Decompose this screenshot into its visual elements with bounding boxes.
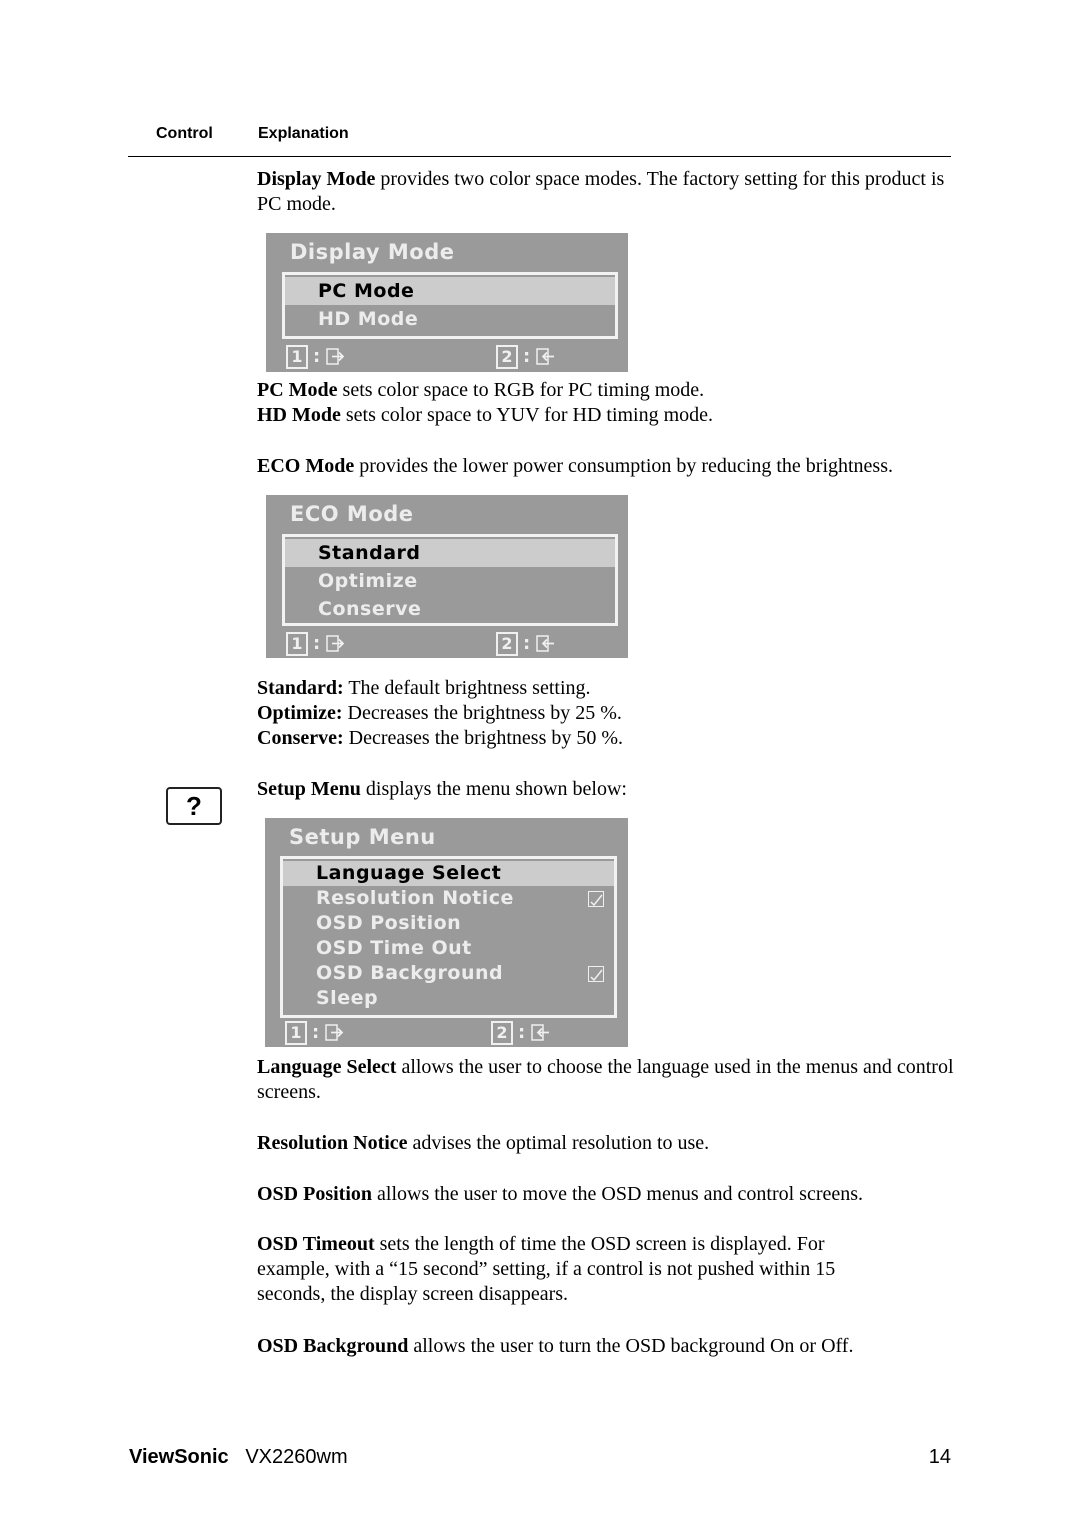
colon: : [518,1022,526,1043]
colon: : [523,633,531,654]
note-term: OSD Timeout [257,1233,375,1255]
osd-title: ECO Mode [290,502,414,526]
osd-option-sleep[interactable]: Sleep [283,986,614,1011]
setup-menu-description: displays the menu shown below: [360,778,627,800]
osd-option-resolution-notice[interactable]: Resolution Notice [283,886,614,911]
eco-mode-description: provides the lower power consumption by … [354,455,893,477]
note-text: allows the user to turn the OSD backgrou… [408,1335,854,1357]
osd-option-list: Language Select Resolution Notice OSD Po… [280,856,617,1018]
exit-right-icon [326,635,345,652]
eco-mode-term: ECO Mode [257,455,355,477]
language-select-note: Language Select allows the user to choos… [257,1055,957,1105]
note-term: OSD Position [257,1183,373,1205]
osd-timeout-note: OSD Timeout sets the length of time the … [257,1232,897,1307]
osd-option-conserve[interactable]: Conserve [285,595,615,623]
osd-footer: 1 : 2 : [286,345,608,369]
osd-background-note: OSD Background allows the user to turn t… [257,1334,957,1359]
osd-title: Display Mode [290,240,455,264]
key-2-button[interactable]: 2 [491,1021,513,1045]
note-text: Decreases the brightness by 25 %. [342,702,622,724]
page-footer: ViewSonic VX2260wm [129,1446,348,1469]
colon: : [312,1022,320,1043]
note-text: allows the user to move the OSD menus an… [372,1183,864,1205]
note-term: Resolution Notice [257,1132,408,1154]
option-label: Sleep [316,987,379,1009]
display-mode-osd: Display Mode PC Mode HD Mode 1 : 2 : [266,233,628,372]
note-term: Language Select [257,1056,397,1078]
enter-left-icon [536,348,554,365]
colon: : [523,346,531,367]
exit-right-icon [326,348,345,365]
osd-option-pc-mode[interactable]: PC Mode [285,277,615,305]
osd-position-note: OSD Position allows the user to move the… [257,1182,957,1207]
osd-footer: 1 : 2 : [285,1021,608,1045]
osd-footer: 1 : 2 : [286,632,608,656]
osd-option-list: Standard Optimize Conserve [282,534,618,626]
option-label: Resolution Notice [316,887,514,909]
enter-left-icon [531,1024,549,1041]
header-divider [128,156,951,157]
note-term: Conserve: [257,727,344,749]
option-label: OSD Background [316,962,504,984]
setup-menu-osd: Setup Menu Language Select Resolution No… [265,818,628,1047]
osd-option-language-select[interactable]: Language Select [283,861,614,886]
key-1-button[interactable]: 1 [286,632,308,656]
enter-left-icon [536,635,554,652]
option-label: Standard [318,542,421,564]
checkbox-checked-icon[interactable] [588,966,604,982]
brand-name: ViewSonic [129,1446,229,1468]
eco-mode-osd: ECO Mode Standard Optimize Conserve 1 : … [266,495,628,658]
note-text: Decreases the brightness by 50 %. [343,727,624,749]
model-name: VX2260wm [245,1446,348,1468]
osd-option-list: PC Mode HD Mode [282,272,618,339]
option-label: Optimize [318,570,418,592]
display-mode-intro: Display Mode provides two color space mo… [257,167,957,217]
resolution-notice-note: Resolution Notice advises the optimal re… [257,1131,957,1156]
key-1-button[interactable]: 1 [285,1021,307,1045]
note-text: sets color space to RGB for PC timing mo… [337,379,705,401]
key-2-button[interactable]: 2 [496,345,518,369]
note-term: HD Mode [257,404,341,426]
option-label: OSD Position [316,912,462,934]
pc-mode-note: PC Mode sets color space to RGB for PC t… [257,378,957,403]
option-label: Conserve [318,598,422,620]
option-label: Language Select [316,862,502,884]
note-term: Standard: [257,677,344,699]
osd-option-hd-mode[interactable]: HD Mode [285,305,615,333]
page-number: 14 [928,1446,951,1468]
column-header-explanation: Explanation [258,125,349,142]
osd-option-osd-time-out[interactable]: OSD Time Out [283,936,614,961]
osd-title: Setup Menu [289,825,436,849]
osd-option-osd-position[interactable]: OSD Position [283,911,614,936]
note-term: OSD Background [257,1335,409,1357]
column-header-control: Control [156,125,213,142]
option-label: HD Mode [318,308,419,330]
hd-mode-note: HD Mode sets color space to YUV for HD t… [257,403,957,428]
colon: : [313,633,321,654]
osd-option-optimize[interactable]: Optimize [285,567,615,595]
key-1-button[interactable]: 1 [286,345,308,369]
osd-option-standard[interactable]: Standard [285,539,615,567]
osd-option-osd-background[interactable]: OSD Background [283,961,614,986]
note-text: sets color space to YUV for HD timing mo… [340,404,714,426]
question-key-icon: ? [166,787,222,825]
key-2-button[interactable]: 2 [496,632,518,656]
exit-right-icon [325,1024,344,1041]
note-text: advises the optimal resolution to use. [407,1132,710,1154]
eco-mode-intro: ECO Mode provides the lower power consum… [257,454,977,479]
conserve-note: Conserve: Decreases the brightness by 50… [257,726,957,751]
note-term: PC Mode [257,379,338,401]
setup-menu-intro: Setup Menu displays the menu shown below… [257,777,957,802]
option-label: OSD Time Out [316,937,472,959]
colon: : [313,346,321,367]
standard-note: Standard: The default brightness setting… [257,676,957,701]
option-label: PC Mode [318,280,415,302]
note-text: The default brightness setting. [343,677,591,699]
checkbox-checked-icon[interactable] [588,891,604,907]
setup-menu-term: Setup Menu [257,778,361,800]
display-mode-term: Display Mode [257,168,376,190]
note-term: Optimize: [257,702,343,724]
optimize-note: Optimize: Decreases the brightness by 25… [257,701,957,726]
